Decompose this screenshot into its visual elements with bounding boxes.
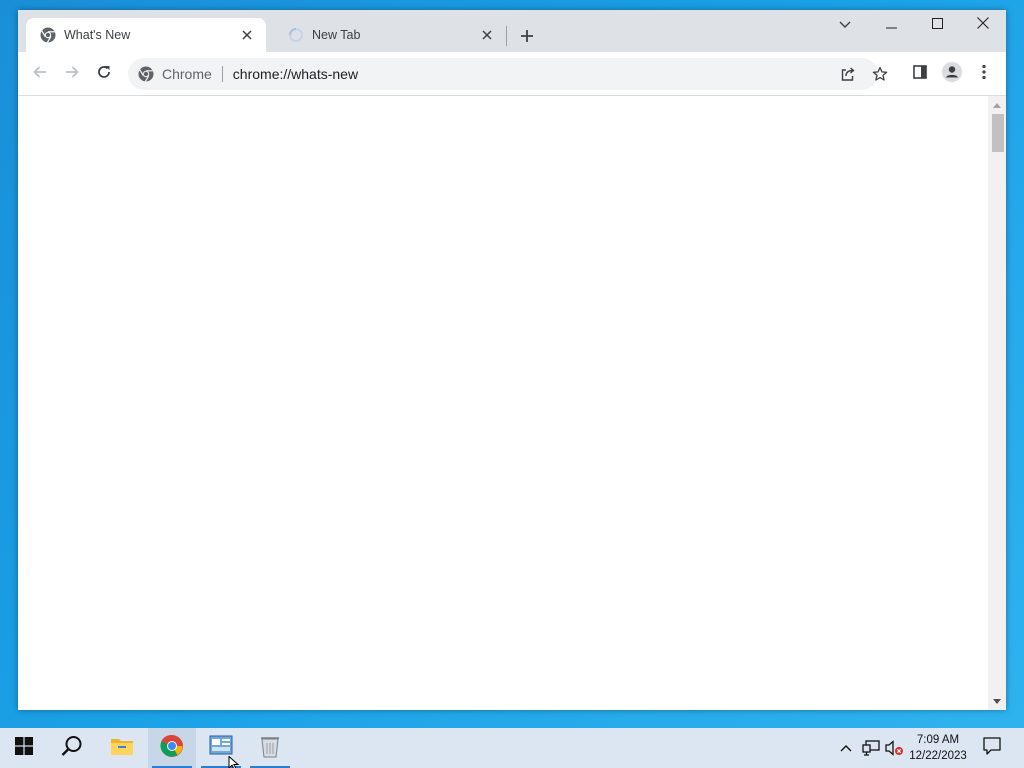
close-icon [977, 16, 989, 34]
forward-button[interactable] [58, 60, 86, 88]
maximize-button[interactable] [914, 10, 960, 40]
volume-muted-icon[interactable] [885, 738, 905, 758]
share-icon[interactable] [840, 66, 856, 82]
recycle-bin-icon [259, 734, 281, 763]
minimize-icon [885, 16, 897, 34]
menu-icon [982, 64, 986, 85]
back-icon [32, 64, 48, 85]
browser-toolbar: Chrome chrome://whats-new [18, 52, 1006, 96]
side-panel-icon [913, 64, 927, 84]
chrome-icon [40, 27, 56, 43]
scrollbar-thumb[interactable] [992, 114, 1004, 152]
new-tab-button[interactable] [515, 24, 539, 48]
taskbar-search-button[interactable] [48, 728, 96, 768]
start-button[interactable] [0, 728, 48, 768]
tab-whats-new[interactable]: What's New [26, 18, 266, 52]
profile-button[interactable] [938, 60, 966, 88]
tab-title: New Tab [312, 28, 361, 42]
page-content [18, 96, 988, 710]
tab-new-tab[interactable]: New Tab [274, 18, 506, 52]
file-explorer-icon [110, 736, 134, 761]
show-hidden-icons-icon[interactable] [836, 738, 856, 758]
chevron-down-icon [839, 16, 851, 34]
url-text[interactable]: chrome://whats-new [233, 66, 358, 82]
chrome-icon [160, 734, 184, 763]
side-panel-button[interactable] [906, 60, 934, 88]
back-button[interactable] [26, 60, 54, 88]
reload-icon [96, 64, 112, 85]
bookmark-star-icon[interactable] [872, 66, 888, 82]
profile-icon [942, 61, 962, 87]
forward-icon [64, 64, 80, 85]
minimize-button[interactable] [868, 10, 914, 40]
omnibox-divider [221, 66, 223, 82]
loading-spinner-icon [288, 27, 304, 43]
tab-title: What's New [64, 28, 131, 42]
action-center-button[interactable] [978, 736, 1006, 760]
scroll-down-icon[interactable] [988, 694, 1006, 708]
taskbar-clock[interactable]: 7:09 AM 12/22/2023 [904, 731, 972, 765]
clock-date: 12/22/2023 [909, 750, 967, 762]
notification-icon [983, 736, 1001, 760]
close-window-button[interactable] [960, 10, 1006, 40]
browser-window: What's New New Tab Chrome chrome://whats… [18, 10, 1006, 710]
tab-strip: What's New New Tab [18, 10, 1006, 52]
windows-start-icon [15, 736, 33, 760]
vertical-scrollbar[interactable] [988, 96, 1006, 710]
taskbar: 7:09 AM 12/22/2023 [0, 728, 1024, 768]
scroll-up-icon[interactable] [988, 98, 1006, 112]
tab-search-button[interactable] [822, 10, 868, 40]
close-tab-icon[interactable] [478, 26, 496, 44]
search-icon [61, 735, 83, 762]
reload-button[interactable] [90, 60, 118, 88]
menu-button[interactable] [970, 60, 998, 88]
security-chip-label[interactable]: Chrome [162, 66, 212, 82]
taskbar-chrome[interactable] [148, 728, 196, 768]
maximize-icon [931, 16, 943, 34]
mouse-cursor-icon [228, 755, 240, 768]
taskbar-recycle-bin[interactable] [246, 728, 294, 768]
address-bar[interactable]: Chrome chrome://whats-new [128, 58, 888, 90]
network-icon[interactable] [861, 738, 881, 758]
tab-divider [506, 26, 507, 46]
close-tab-icon[interactable] [238, 26, 256, 44]
clock-time: 7:09 AM [916, 734, 960, 746]
taskbar-file-explorer[interactable] [98, 728, 146, 768]
chrome-icon [138, 66, 154, 82]
